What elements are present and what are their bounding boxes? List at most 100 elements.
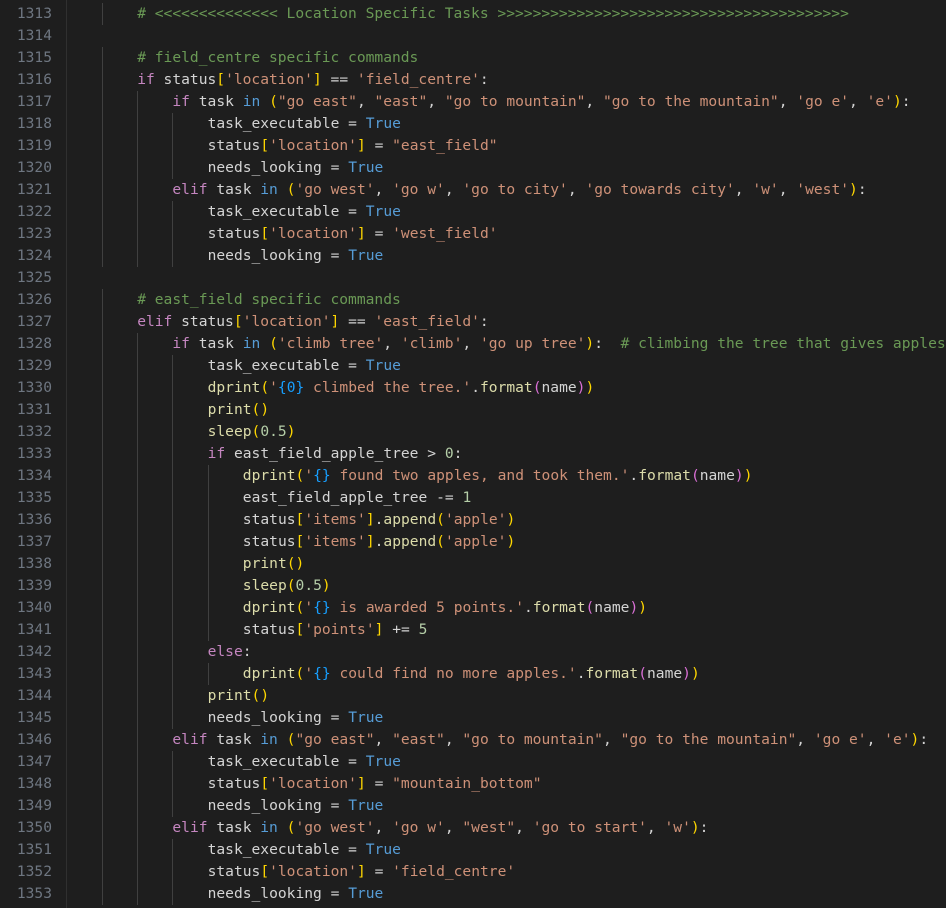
indent-guide [172, 685, 174, 707]
indent-guide [137, 399, 139, 421]
line-number: 1328 [16, 335, 52, 352]
code-token: if [172, 93, 190, 110]
code-line[interactable]: elif task in ('go west', 'go w', "west",… [172, 817, 708, 839]
code-line[interactable]: elif task in ('go west', 'go w', 'go to … [172, 179, 866, 201]
code-editor[interactable]: 1313 1314 1315 1316 1317 1318 1319 1320 1321 1322… [0, 0, 946, 908]
code-line[interactable]: task_executable = True [208, 839, 401, 861]
code-token: ( [260, 379, 270, 396]
code-line[interactable]: status['items'].append('apple') [243, 531, 515, 553]
code-line[interactable]: task_executable = True [208, 113, 401, 135]
code-token: ( [286, 577, 296, 594]
code-token: "go east" [277, 93, 357, 110]
code-line[interactable]: task_executable = True [208, 201, 401, 223]
code-token: , [444, 181, 463, 198]
code-token: ) [910, 731, 920, 748]
line-number: 1333 [16, 445, 52, 462]
code-area[interactable]: # <<<<<<<<<<<<<< Location Specific Tasks… [68, 0, 946, 908]
indent-guide [137, 157, 139, 179]
code-token: in [260, 819, 278, 836]
line-number: 1326 [16, 291, 52, 308]
code-token: True [365, 203, 401, 220]
indent-guide [102, 91, 103, 113]
code-line[interactable]: status['location'] = 'west_field' [208, 223, 498, 245]
code-line[interactable]: status['location'] = "east_field" [208, 135, 498, 157]
code-token: , [356, 93, 375, 110]
line-number: 1321 [16, 181, 52, 198]
code-token: ) [638, 599, 648, 616]
code-line[interactable]: # east_field specific commands [137, 289, 401, 311]
code-line[interactable]: if status['location'] == 'field_centre': [137, 69, 489, 91]
code-token: ) [286, 423, 296, 440]
code-line[interactable]: status['location'] = 'field_centre' [208, 861, 516, 883]
indent-guide [207, 619, 209, 641]
code-token: elif [137, 313, 173, 330]
code-line[interactable]: print() [208, 399, 270, 421]
code-token: ) [585, 335, 595, 352]
code-line[interactable]: needs_looking = True [208, 707, 384, 729]
code-token: ' [304, 467, 314, 484]
code-line[interactable]: status['items'].append('apple') [243, 509, 515, 531]
code-line[interactable]: print() [243, 553, 305, 575]
code-line[interactable]: needs_looking = True [208, 245, 384, 267]
code-token: status [207, 775, 261, 792]
code-line[interactable]: needs_looking = True [208, 795, 384, 817]
code-line[interactable]: elif task in ("go east", "east", "go to … [172, 729, 928, 751]
code-line[interactable]: if task in ("go east", "east", "go to mo… [172, 91, 910, 113]
code-line[interactable]: task_executable = True [208, 355, 401, 377]
code-token: ] [365, 511, 375, 528]
code-token: 'items' [304, 533, 366, 550]
code-line[interactable]: dprint('{} is awarded 5 points.'.format(… [243, 597, 647, 619]
indent-guide [172, 531, 174, 553]
code-token: print [207, 401, 252, 418]
code-line[interactable]: if east_field_apple_tree > 0: [208, 443, 463, 465]
code-line[interactable]: east_field_apple_tree -= 1 [243, 487, 471, 509]
code-token: sleep [207, 423, 252, 440]
code-line[interactable]: needs_looking = True [208, 883, 384, 905]
indent-guide [207, 531, 209, 553]
code-line[interactable]: # <<<<<<<<<<<<<< Location Specific Tasks… [137, 3, 849, 25]
code-line[interactable]: status['location'] = "mountain_bottom" [208, 773, 542, 795]
code-token: () [251, 687, 270, 704]
code-token: dprint [207, 379, 261, 396]
indent-guide [102, 201, 103, 223]
code-token: ) [629, 599, 639, 616]
code-line[interactable]: elif status['location'] == 'east_field': [137, 311, 489, 333]
indent-guide [137, 333, 139, 355]
indent-guide [172, 245, 174, 267]
code-line[interactable]: dprint('{} could find no more apples.'.f… [243, 663, 700, 685]
code-line[interactable]: dprint('{} found two apples, and took th… [243, 465, 753, 487]
code-token: [ [260, 225, 270, 242]
code-token: , [374, 181, 393, 198]
indent-guide [102, 399, 103, 421]
code-line[interactable]: dprint('{0} climbed the tree.'.format(na… [208, 377, 595, 399]
line-number: 1315 [16, 49, 52, 66]
code-token: , [383, 335, 401, 352]
code-token: , [374, 819, 393, 836]
code-line[interactable]: task_executable = True [208, 751, 401, 773]
code-token: 'apple' [444, 533, 507, 550]
code-token: , [444, 731, 463, 748]
indent-guide [172, 355, 174, 377]
code-line[interactable]: print() [208, 685, 270, 707]
code-token: east_field_apple_tree -= [242, 489, 463, 506]
code-token: [ [260, 137, 270, 154]
code-token: True [348, 159, 384, 176]
code-token: task [207, 731, 261, 748]
line-number: 1344 [16, 687, 52, 704]
code-line[interactable]: sleep(0.5) [243, 575, 331, 597]
indent-guide [102, 619, 103, 641]
code-line[interactable]: status['points'] += 5 [243, 619, 428, 641]
code-token: in [260, 731, 278, 748]
code-line[interactable]: if task in ('climb tree', 'climb', 'go u… [172, 333, 945, 355]
code-line[interactable]: needs_looking = True [208, 157, 384, 179]
indent-guide [172, 773, 174, 795]
indent-guide [172, 795, 174, 817]
code-token: 'go w' [392, 819, 445, 836]
code-line[interactable]: # field_centre specific commands [137, 47, 418, 69]
code-line[interactable]: sleep(0.5) [208, 421, 296, 443]
code-token: , [602, 731, 621, 748]
code-line[interactable]: else: [208, 641, 252, 663]
code-token: , [778, 181, 797, 198]
line-number: 1332 [16, 423, 52, 440]
